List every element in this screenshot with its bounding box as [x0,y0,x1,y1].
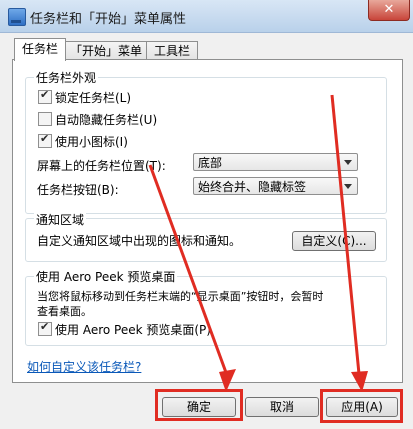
auto-hide-label: 自动隐藏任务栏(U) [55,113,158,127]
buttons-label: 任务栏按钮(B): [37,183,119,197]
close-button[interactable]: ✕ [368,0,410,21]
annotation-box-apply [320,389,403,423]
cancel-button[interactable]: 取消 [245,397,319,417]
aero-peek-checkbox-label: 使用 Aero Peek 预览桌面(P) [55,323,211,337]
annotation-box-ok [155,389,243,421]
customize-taskbar-help-link[interactable]: 如何自定义该任务栏? [27,358,141,375]
auto-hide-checkbox[interactable] [38,112,52,126]
location-value: 底部 [198,156,223,170]
aero-peek-description-line2: 查看桌面。 [37,305,92,318]
notification-group-title: 通知区域 [34,211,87,228]
lock-taskbar-label: 锁定任务栏(L) [55,91,132,105]
lock-taskbar-checkbox[interactable] [38,88,52,104]
tab-start-menu[interactable]: 「开始」菜单 [64,41,148,60]
location-select[interactable]: 底部 [193,153,358,171]
notification-description: 自定义通知区域中出现的图标和通知。 [37,234,242,248]
chevron-down-icon [344,160,352,165]
buttons-select[interactable]: 始终合并、隐藏标签 [193,177,358,195]
tab-taskbar[interactable]: 任务栏 [14,38,66,61]
tab-panel: 任务栏外观 锁定任务栏(L) 自动隐藏任务栏(U) 使用小图标(I) 屏幕上的任… [12,59,403,383]
aero-peek-description-line1: 当您将鼠标移动到任务栏末端的“显示桌面”按钮时，会暂时 [37,290,324,303]
window-title: 任务栏和「开始」菜单属性 [30,12,187,27]
small-icons-checkbox[interactable] [38,132,52,148]
tab-toolbars[interactable]: 工具栏 [146,41,198,60]
appearance-group-title: 任务栏外观 [34,69,99,86]
aero-peek-group-title: 使用 Aero Peek 预览桌面 [34,268,178,285]
small-icons-label: 使用小图标(I) [55,135,128,149]
aero-peek-checkbox[interactable] [38,320,52,336]
title-bar: 任务栏和「开始」菜单属性 ✕ [0,0,413,33]
taskbar-app-icon [8,8,26,26]
chevron-down-icon [344,184,352,189]
location-label: 屏幕上的任务栏位置(T): [37,159,166,173]
customize-button[interactable]: 自定义(C)... [292,231,376,251]
buttons-value: 始终合并、隐藏标签 [198,180,307,194]
